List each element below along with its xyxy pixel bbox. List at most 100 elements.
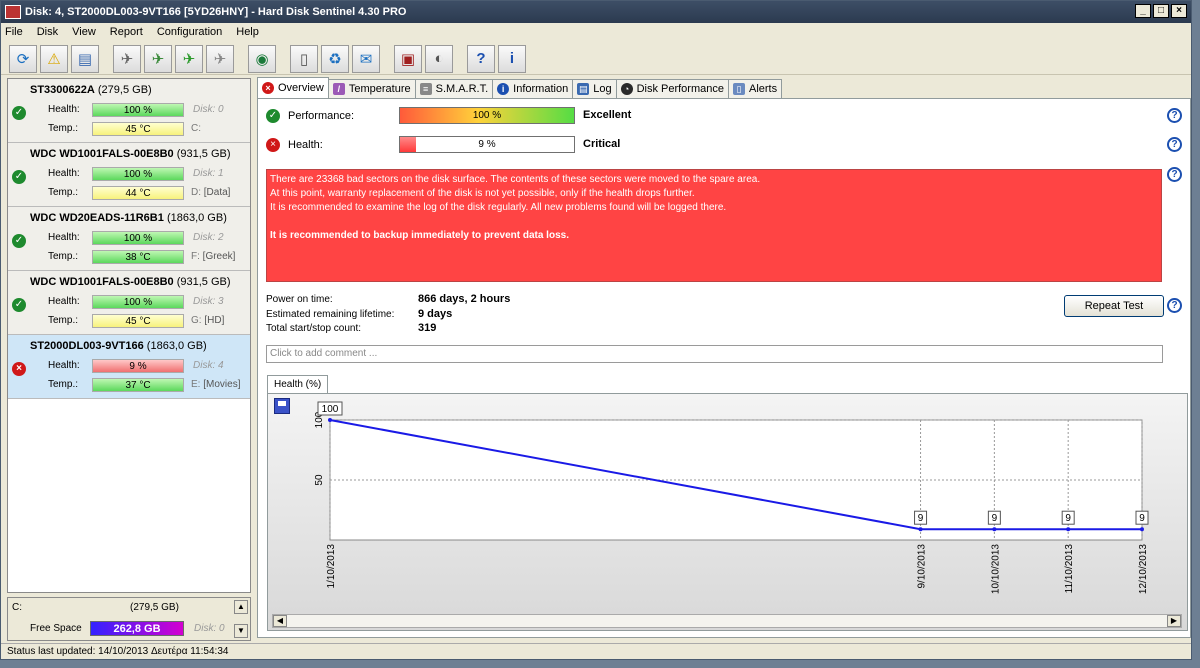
temp-bar: 45 °C bbox=[92, 314, 184, 328]
temp-label: Temp.: bbox=[48, 315, 79, 326]
disk-icon[interactable]: ▤ bbox=[71, 44, 99, 73]
remaining-value: 9 days bbox=[418, 308, 453, 320]
health-graph: 100 50 100 9 9 9 9 1/10/2013 9/10/2013 10/10/2013… bbox=[267, 393, 1188, 631]
free-space-drive: C: bbox=[12, 602, 22, 613]
help-icon[interactable]: ? bbox=[467, 44, 495, 73]
x-tick-label: 11/10/2013 bbox=[1064, 544, 1075, 594]
satellite-green-icon[interactable]: ✈ bbox=[144, 44, 172, 73]
drive-letter: D: [Data] bbox=[191, 187, 231, 198]
temp-bar: 44 °C bbox=[92, 186, 184, 200]
data-label: 9 bbox=[1139, 513, 1145, 524]
menu-disk[interactable]: Disk bbox=[37, 26, 58, 38]
info-icon[interactable]: i bbox=[498, 44, 526, 73]
comment-input[interactable]: Click to add comment ... bbox=[266, 345, 1163, 363]
help-icon[interactable]: ? bbox=[1167, 108, 1182, 123]
health-bar: 100 % bbox=[92, 295, 184, 309]
scroll-down-icon[interactable]: ▼ bbox=[234, 624, 248, 638]
health-bar: 9 % bbox=[399, 136, 575, 153]
health-bar-value: 9 % bbox=[478, 139, 496, 150]
help-icon[interactable]: ? bbox=[1167, 298, 1182, 313]
performance-bar: 100 % bbox=[399, 107, 575, 124]
document-icon[interactable]: ▯ bbox=[290, 44, 318, 73]
health-rating: Critical bbox=[583, 138, 621, 150]
startstop-label: Total start/stop count: bbox=[266, 323, 362, 334]
check-icon: ✓ bbox=[266, 109, 280, 123]
tab-label: Information bbox=[513, 83, 569, 95]
tab-label: Log bbox=[593, 83, 612, 95]
menu-report[interactable]: Report bbox=[110, 26, 143, 38]
main-window: Disk: 4, ST2000DL003-9VT166 [5YD26HNY] -… bbox=[0, 0, 1192, 660]
temp-label: Temp.: bbox=[48, 187, 79, 198]
disk-number: Disk: 2 bbox=[193, 232, 224, 243]
alerts-icon: ▯ bbox=[732, 83, 745, 95]
temp-bar: 38 °C bbox=[92, 250, 184, 264]
toolbar: ⟳ ⚠ ▤ ✈ ✈ ✈ ✈ ◉ ▯ ♻ ✉ ▣ ◐ ? i bbox=[1, 43, 1191, 75]
disk-item[interactable]: WDC WD20EADS-11R6B1 (1863,0 GB) ✓ Health: 1… bbox=[8, 207, 250, 271]
tab-overview[interactable]: × Overview bbox=[257, 77, 329, 98]
menu-help[interactable]: Help bbox=[236, 26, 259, 38]
monitor-icon[interactable]: ▣ bbox=[394, 44, 422, 73]
temp-bar: 37 °C bbox=[92, 378, 184, 392]
disk-item[interactable]: ST2000DL003-9VT166 (1863,0 GB) × Health: 9 … bbox=[8, 335, 250, 399]
menu-file[interactable]: File bbox=[5, 26, 23, 38]
health-label: Health: bbox=[48, 360, 80, 371]
window-title: Disk: 4, ST2000DL003-9VT166 [5YD26HNY] -… bbox=[25, 6, 407, 18]
tab-disk-performance[interactable]: ◔ Disk Performance bbox=[615, 79, 729, 98]
disk-name: ST2000DL003-9VT166 (1863,0 GB) bbox=[30, 340, 207, 352]
satellite-icon[interactable]: ✈ bbox=[113, 44, 141, 73]
remaining-label: Estimated remaining lifetime: bbox=[266, 309, 395, 320]
tab-smart[interactable]: ≡ S.M.A.R.T. bbox=[414, 79, 494, 98]
graph-tab-health[interactable]: Health (%) bbox=[267, 375, 329, 393]
overview-panel: ✓ Performance: 100 % Excellent ? × Healt… bbox=[257, 98, 1191, 638]
free-space-size: (279,5 GB) bbox=[130, 602, 179, 613]
maximize-button[interactable]: □ bbox=[1153, 4, 1169, 18]
health-bar: 100 % bbox=[92, 103, 184, 117]
satellite-gray-icon[interactable]: ✈ bbox=[206, 44, 234, 73]
disk-item[interactable]: WDC WD1001FALS-00E8B0 (931,5 GB) ✓ Health:… bbox=[8, 271, 250, 335]
thermometer-icon: / bbox=[332, 83, 345, 95]
health-bar: 100 % bbox=[92, 167, 184, 181]
x-tick-label: 9/10/2013 bbox=[917, 544, 928, 589]
temp-label: Temp.: bbox=[48, 379, 79, 390]
disk-item[interactable]: ST3300622A (279,5 GB) ✓ Health: 100 % Temp.:… bbox=[8, 79, 250, 143]
tab-alerts[interactable]: ▯ Alerts bbox=[727, 79, 783, 98]
message-line: There are 23368 bad sectors on the disk … bbox=[270, 174, 761, 185]
check-icon: ✓ bbox=[12, 170, 26, 184]
scroll-right-icon[interactable]: ▶ bbox=[1167, 615, 1181, 627]
tab-information[interactable]: i Information bbox=[492, 79, 574, 98]
recycle-icon[interactable]: ♻ bbox=[321, 44, 349, 73]
close-button[interactable]: × bbox=[1171, 4, 1187, 18]
mail-icon[interactable]: ✉ bbox=[352, 44, 380, 73]
temp-label: Temp.: bbox=[48, 123, 79, 134]
minimize-button[interactable]: _ bbox=[1135, 4, 1151, 18]
globe-icon[interactable]: ◉ bbox=[248, 44, 276, 73]
speaker-icon[interactable]: ◐ bbox=[425, 44, 453, 73]
scroll-up-icon[interactable]: ▲ bbox=[234, 600, 248, 614]
app-icon bbox=[5, 5, 21, 19]
data-label: 9 bbox=[1065, 513, 1071, 524]
menu-view[interactable]: View bbox=[72, 26, 96, 38]
tab-label: Temperature bbox=[348, 83, 411, 95]
error-icon: × bbox=[12, 362, 26, 376]
disk-number: Disk: 3 bbox=[193, 296, 224, 307]
x-tick-label: 1/10/2013 bbox=[326, 544, 337, 589]
disk-item[interactable]: WDC WD1001FALS-00E8B0 (931,5 GB) ✓ Health:… bbox=[8, 143, 250, 207]
repeat-test-button[interactable]: Repeat Test bbox=[1064, 295, 1164, 317]
free-space-label: Free Space bbox=[30, 623, 82, 634]
help-icon[interactable]: ? bbox=[1167, 137, 1182, 152]
scroll-left-icon[interactable]: ◀ bbox=[273, 615, 287, 627]
satellite-check-icon[interactable]: ✈ bbox=[175, 44, 203, 73]
refresh-icon[interactable]: ⟳ bbox=[9, 44, 37, 73]
power-on-value: 866 days, 2 hours bbox=[418, 293, 511, 305]
tab-temperature[interactable]: / Temperature bbox=[327, 79, 416, 98]
graph-scrollbar[interactable]: ◀ ▶ bbox=[272, 614, 1182, 628]
free-space-panel: C: (279,5 GB) Free Space 262,8 GB Disk: … bbox=[7, 597, 251, 641]
free-space-disk-no: Disk: 0 bbox=[194, 623, 225, 634]
warning-icon[interactable]: ⚠ bbox=[40, 44, 68, 73]
help-icon[interactable]: ? bbox=[1167, 167, 1182, 182]
data-point bbox=[918, 527, 923, 532]
tab-log[interactable]: ▤ Log bbox=[572, 79, 617, 98]
drive-letter: F: [Greek] bbox=[191, 251, 236, 262]
menu-configuration[interactable]: Configuration bbox=[157, 26, 222, 38]
data-label: 9 bbox=[992, 513, 998, 524]
